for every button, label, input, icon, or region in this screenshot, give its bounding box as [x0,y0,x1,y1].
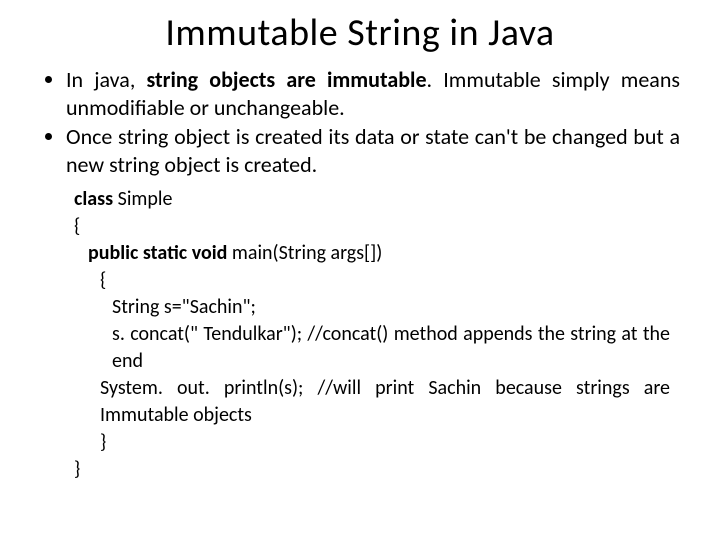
code-line: System. out. println(s); //will print Sa… [74,375,670,429]
code-keyword: public static void [88,241,227,265]
code-text: Simple [113,187,172,211]
code-line: String s="Sachin"; [74,294,670,321]
bullet-text-bold: string objects are immutable [146,66,426,93]
slide: Immutable String in Java In java, string… [0,0,720,540]
bullet-list: In java, string objects are immutable. I… [40,66,680,178]
code-line: } [74,429,670,456]
bullet-text-post: Once string object is created its data o… [66,123,680,178]
code-line: } [74,456,670,483]
code-line: class Simple [74,186,670,213]
code-block: class Simple { public static void main(S… [74,186,670,483]
code-line: { [74,213,670,240]
bullet-item: In java, string objects are immutable. I… [66,66,680,121]
page-title: Immutable String in Java [40,10,680,56]
code-line: public static void main(String args[]) [74,240,670,267]
code-keyword: class [74,187,113,211]
code-line: { [74,267,670,294]
bullet-text-pre: In java, [66,66,146,93]
code-text: main(String args[]) [227,241,382,265]
bullet-item: Once string object is created its data o… [66,123,680,178]
code-line: s. concat(" Tendulkar"); //concat() meth… [74,321,670,375]
